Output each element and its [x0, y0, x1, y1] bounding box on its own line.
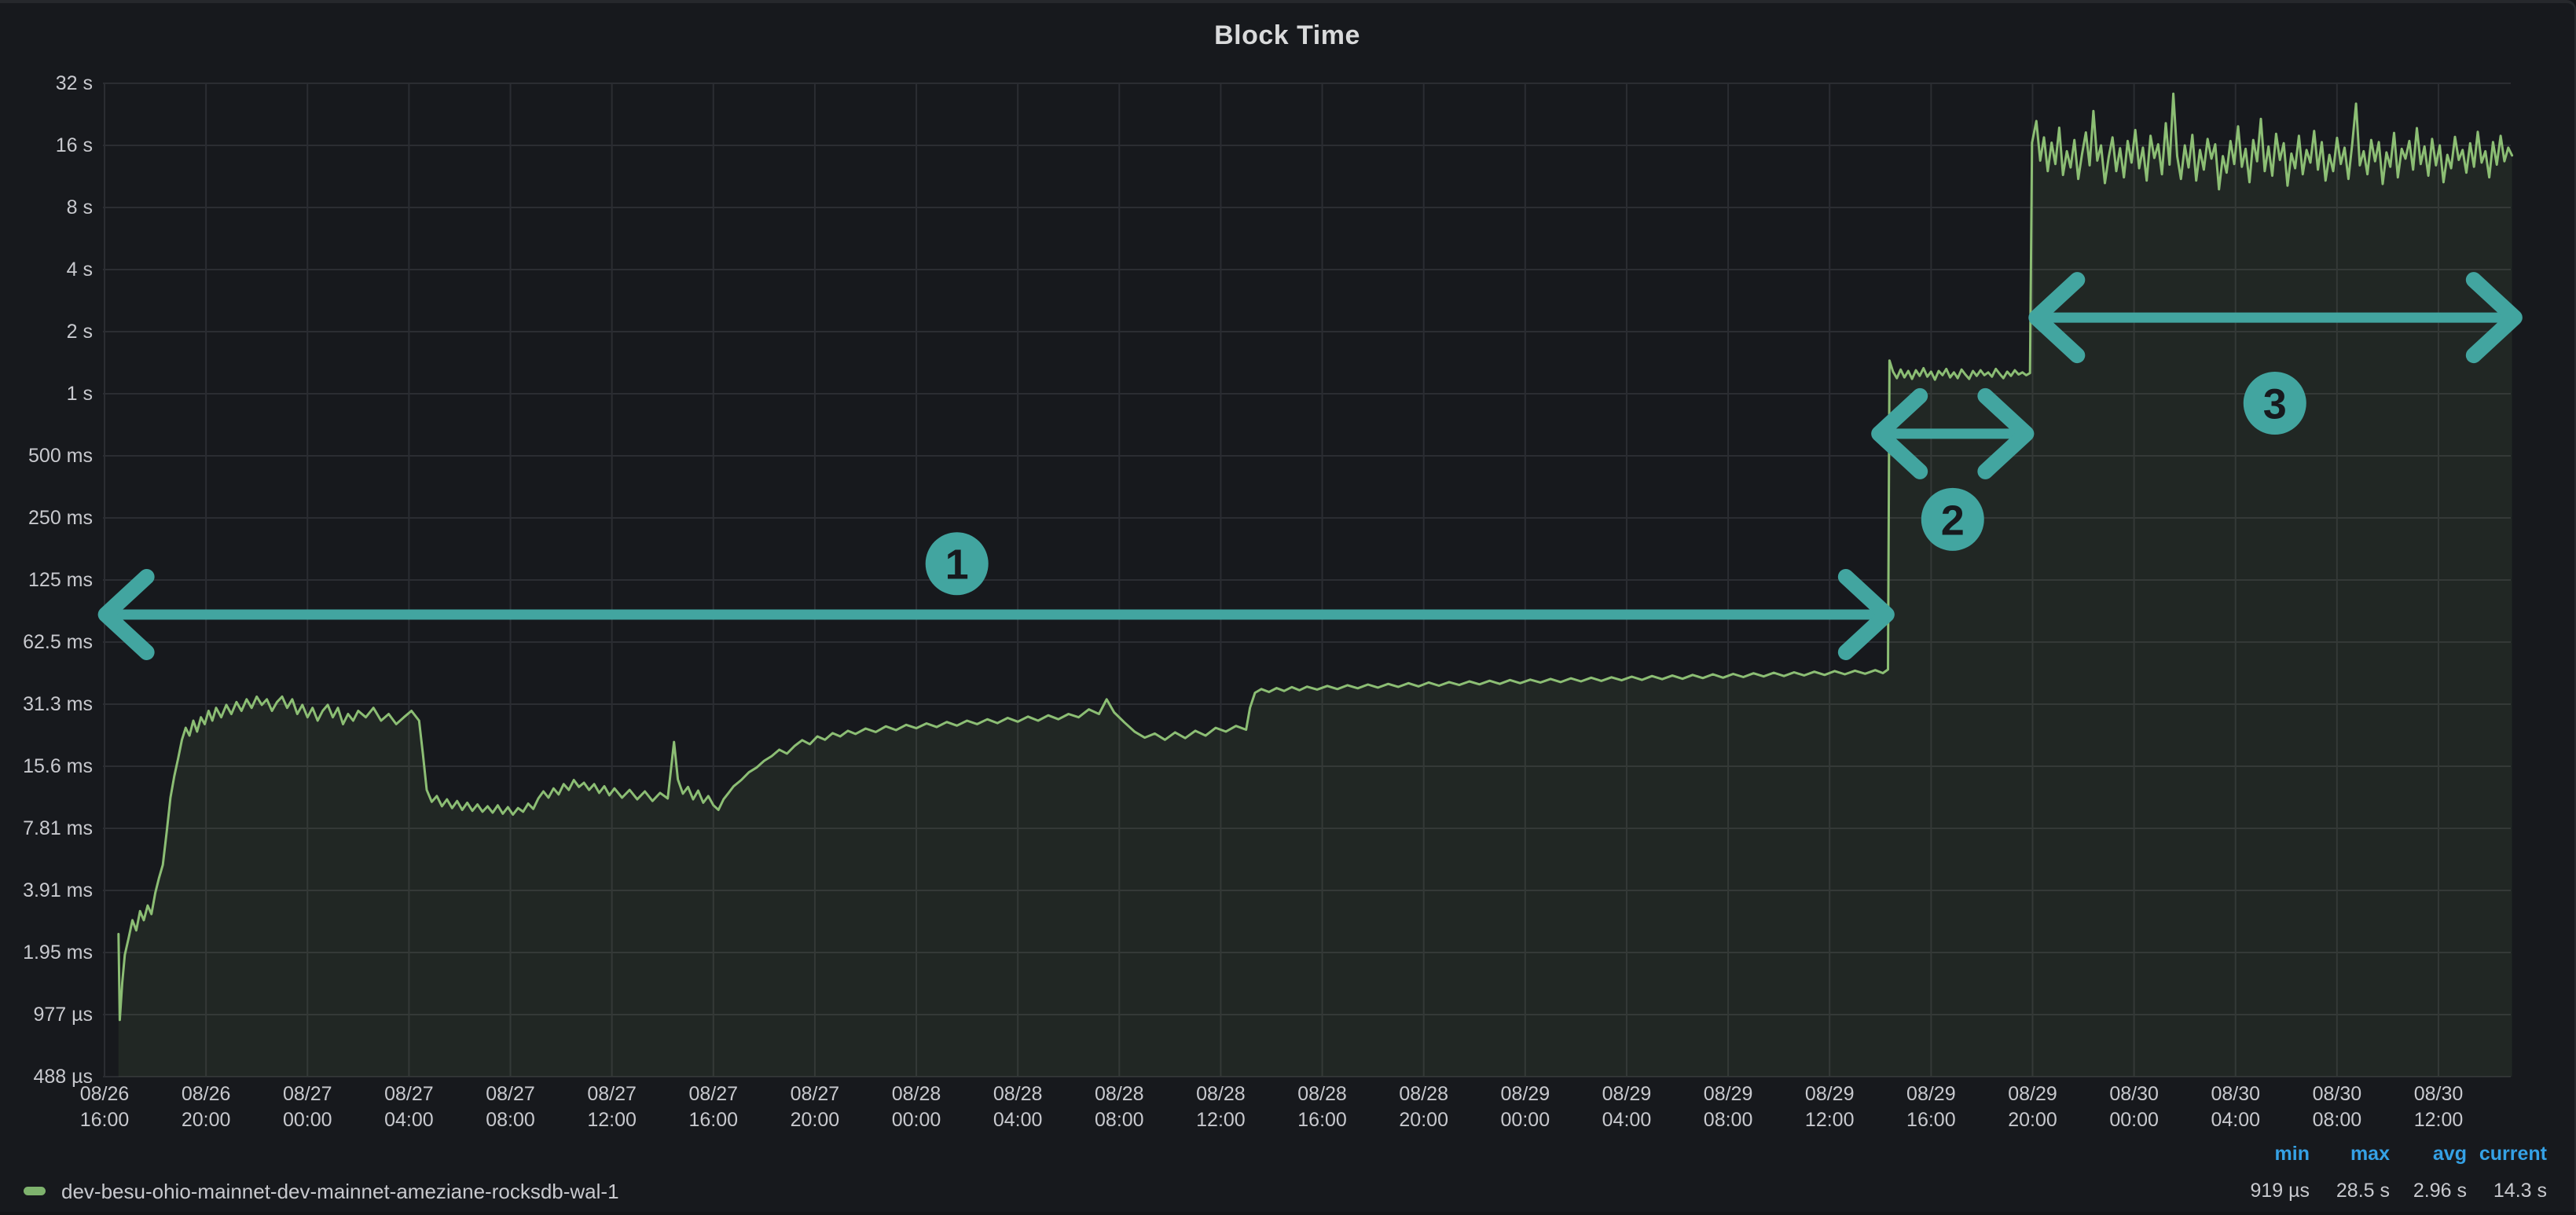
grafana-panel: Block Time 123 32 s16 s8 s4 s2 s1 s500 m…	[0, 0, 2576, 1212]
legend: dev-besu-ohio-mainnet-dev-mainnet-amezia…	[0, 3, 2574, 1212]
legend-series-label[interactable]: dev-besu-ohio-mainnet-dev-mainnet-amezia…	[61, 1180, 619, 1204]
legend-stat-value-current: 14.3 s	[2413, 1180, 2547, 1202]
legend-series-swatch[interactable]	[24, 1187, 46, 1195]
legend-stat-header-current[interactable]: current	[2413, 1143, 2547, 1165]
